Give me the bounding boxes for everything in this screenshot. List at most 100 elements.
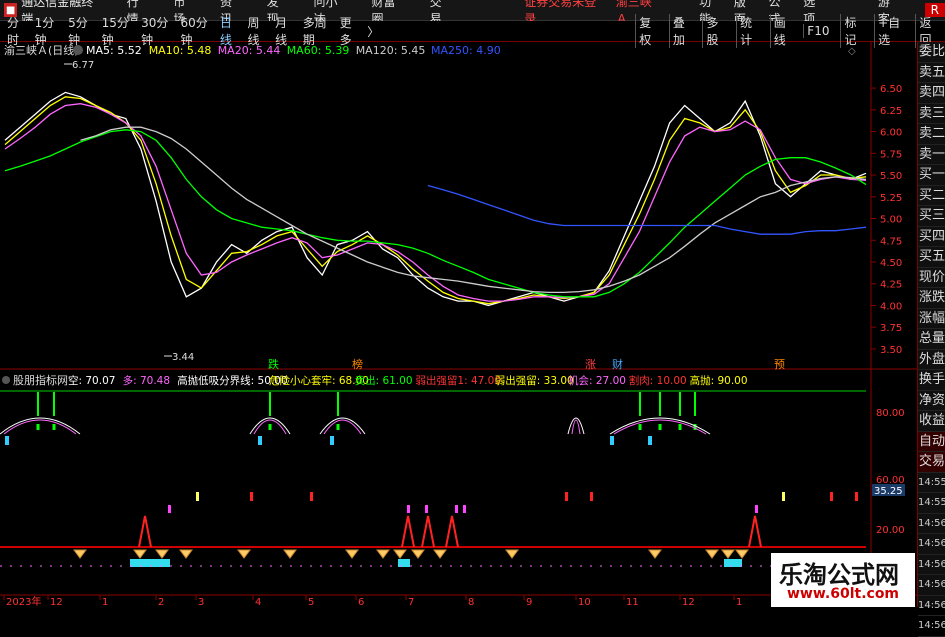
diamond-signal-icon [376, 549, 390, 559]
main-chart-area[interactable]: 渝三峡Ａ(日线) MA5: 5.52 MA10: 5.48 MA20: 5.44 MA… [0, 42, 917, 607]
sidebar-item-earnings[interactable]: 收益 [918, 411, 945, 432]
y-tick-label: 4.25 [880, 280, 902, 291]
diamond-signal-icon [73, 549, 87, 559]
event-marker-rank[interactable]: 榜 [352, 357, 363, 371]
momentum-arc [3, 419, 77, 435]
indicator-signals [0, 392, 866, 567]
sidebar-item-sell1[interactable]: 卖一 [918, 145, 945, 165]
y-tick-label: 3.75 [880, 323, 902, 334]
sidebar-item-buy4[interactable]: 买四 [918, 227, 945, 247]
y-tick-label: 6.00 [880, 128, 902, 139]
high-price-label: 6.77 [72, 60, 94, 71]
sidebar-item-turnover[interactable]: 换手 [918, 370, 945, 391]
indicator-legend-item: 割肉: 10.00 [629, 374, 687, 387]
tool-f10[interactable]: F10 [803, 24, 832, 38]
momentum-arc [323, 419, 362, 435]
ma-lines [4, 63, 867, 357]
red-signal [250, 492, 253, 501]
red-signal [590, 492, 593, 501]
indicator-legend-item: 弱出强留: 33.00 [495, 374, 574, 387]
sell-signal-dot [36, 424, 40, 430]
x-tick-label: 12 [682, 597, 695, 607]
quote-sidebar: 委比 卖五 卖四 卖三 卖二 卖一 买一 买二 买三 买四 买五 现价 涨跌 涨… [917, 42, 945, 637]
sidebar-item-auto[interactable]: 自动 [918, 431, 945, 452]
x-tick-label: 1 [736, 597, 742, 607]
diamond-signal-icon [283, 549, 297, 559]
indicator-legend-item: 卖出: 61.00 [355, 374, 413, 387]
time-entry: 14:56 [918, 514, 945, 534]
yellow-signal [782, 492, 785, 501]
sidebar-item-price[interactable]: 现价 [918, 268, 945, 288]
red-signal [855, 492, 858, 501]
sidebar-item-nav[interactable]: 净资 [918, 391, 945, 411]
time-entry: 14:56 [918, 616, 945, 637]
indicator-legend-item: 机会: 27.00 [568, 374, 626, 387]
indicator-settings-icon[interactable] [2, 376, 10, 384]
event-marker-rise[interactable]: 涨 [585, 358, 596, 371]
diamond-signal-icon [133, 549, 147, 559]
sell-signal-dot [336, 424, 340, 430]
event-marker-forecast[interactable]: 预 [774, 358, 785, 371]
ma-legend-item: MA10: 5.48 [149, 44, 212, 57]
low-price-label: 3.44 [172, 352, 194, 363]
sidebar-item-sell5[interactable]: 卖五 [918, 63, 945, 83]
spike-signal [401, 515, 415, 548]
time-entry: 14:55 [918, 473, 945, 493]
y-tick-label: 6.50 [880, 84, 902, 95]
sidebar-item-trade[interactable]: 交易 [918, 452, 945, 473]
chevron-right-icon[interactable]: 〉 [365, 23, 381, 40]
sidebar-item-weibi[interactable]: 委比 [918, 42, 945, 63]
y-tick-label: 5.75 [880, 149, 902, 160]
event-marker-drop[interactable]: 跌 [268, 357, 279, 371]
red-signal [830, 492, 833, 501]
x-tick-label: 8 [468, 597, 474, 607]
spike-signal [421, 515, 435, 548]
diamond-signal-icon [411, 549, 425, 559]
diamond-signal-icon [237, 549, 251, 559]
period-toolbar: 分时 1分钟 5分钟 15分钟 30分钟 60分钟 日线 周线 月线 多周期 更… [0, 14, 945, 48]
chart-title: 渝三峡Ａ(日线) [4, 43, 79, 57]
diamond-icon[interactable]: ◇ [848, 46, 856, 57]
watermark-url: www.60lt.com [787, 586, 900, 602]
diamond-signal-icon [721, 549, 735, 559]
sell-signal-dot [268, 424, 272, 430]
sidebar-item-buy1[interactable]: 买一 [918, 165, 945, 186]
x-tick-label: 12 [50, 597, 63, 607]
sidebar-item-sell3[interactable]: 卖三 [918, 104, 945, 124]
time-entry: 14:56 [918, 555, 945, 575]
ma-legend-item: MA120: 5.45 [356, 44, 426, 57]
diamond-signal-icon [648, 549, 662, 559]
sidebar-item-outer[interactable]: 外盘 [918, 350, 945, 370]
sidebar-item-sell2[interactable]: 卖二 [918, 124, 945, 145]
sidebar-item-buy5[interactable]: 买五 [918, 247, 945, 268]
magenta-signal [463, 505, 466, 513]
diamond-signal-icon [735, 549, 749, 559]
magenta-signal [407, 505, 410, 513]
series-line-ma60 [4, 129, 867, 298]
indicator-name: 股朋指标网 [13, 373, 68, 387]
spike-signal [445, 515, 459, 548]
settings-icon[interactable] [73, 45, 83, 55]
series-line-ma120 [80, 126, 867, 294]
x-axis: 2023年 12 1 2 3 4 5 6 7 8 9 10 11 12 1 [3, 595, 742, 607]
sidebar-item-buy3[interactable]: 买三 [918, 206, 945, 227]
sidebar-item-change-pct[interactable]: 涨幅 [918, 309, 945, 329]
diamond-signal-icon [179, 549, 193, 559]
x-tick-label: 10 [578, 597, 591, 607]
cyan-signal [610, 436, 614, 445]
ind-tick-80: 80.00 [876, 408, 905, 419]
ma-legend-item: MA250: 4.90 [431, 44, 501, 57]
ma-legend-item: MA5: 5.52 [86, 44, 142, 57]
sidebar-item-volume[interactable]: 总量 [918, 329, 945, 350]
current-value: 35.25 [874, 486, 903, 497]
sidebar-item-buy2[interactable]: 买二 [918, 186, 945, 206]
magenta-signal [755, 505, 758, 513]
y-tick-label: 5.50 [880, 171, 902, 182]
sidebar-item-sell4[interactable]: 卖四 [918, 83, 945, 104]
x-tick-label: 1 [102, 597, 108, 607]
event-marker-finance[interactable]: 财 [612, 357, 623, 371]
indicator-legend-item: 高抛: 90.00 [690, 374, 748, 387]
y-tick-label: 5.00 [880, 215, 902, 226]
sidebar-item-change[interactable]: 涨跌 [918, 288, 945, 309]
cyan-signal [330, 436, 334, 445]
